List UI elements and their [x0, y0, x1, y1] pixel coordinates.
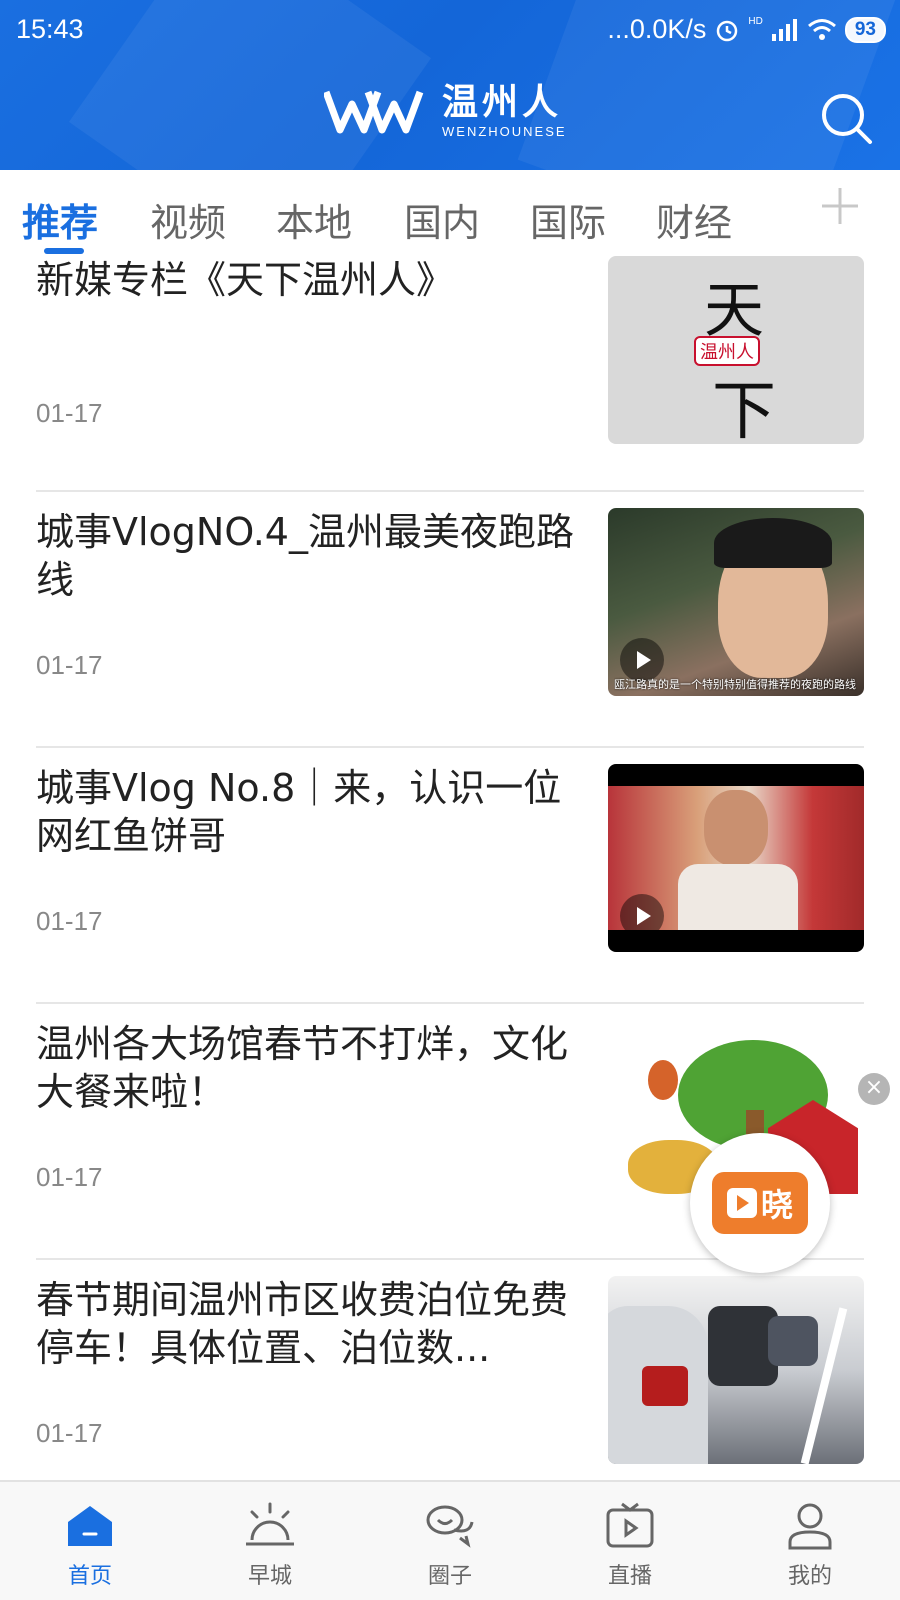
thumb-hair-figure [714, 518, 832, 568]
sunrise-icon [246, 1502, 294, 1546]
signal-icon [771, 18, 797, 41]
tab-domestic[interactable]: 国内 [404, 192, 480, 247]
thumb-car-back [768, 1316, 818, 1366]
video-thumbnail [608, 764, 864, 952]
wifi-icon [807, 18, 836, 40]
nav-home[interactable]: 首页 [0, 1482, 180, 1600]
thumb-face-figure [704, 790, 768, 866]
news-title: 城事VlogNO.4_温州最美夜跑路线 [36, 510, 574, 602]
news-thumbnail [608, 1276, 864, 1464]
tab-video[interactable]: 视频 [150, 192, 226, 247]
status-bar: 15:43 ...0.0K/s HD 93 [0, 0, 900, 62]
active-tab-indicator [44, 248, 84, 254]
nav-circle[interactable]: 圈子 [360, 1482, 540, 1600]
chat-icon [426, 1505, 474, 1548]
alarm-icon [717, 20, 738, 41]
tab-local[interactable]: 本地 [276, 192, 352, 247]
live-tv-icon [606, 1502, 654, 1548]
hd-label: HD [748, 16, 763, 27]
network-speed: ...0.0K/s [607, 14, 707, 44]
nav-label: 首页 [67, 1564, 112, 1589]
news-date: 01-17 [36, 398, 103, 428]
nav-label: 圈子 [427, 1564, 472, 1589]
tab-international[interactable]: 国际 [530, 192, 606, 247]
thumb-taillight [642, 1366, 688, 1406]
close-icon[interactable]: × [858, 1073, 890, 1105]
profile-icon [788, 1503, 832, 1550]
news-thumbnail: 天 温州人 下 [608, 256, 864, 444]
logo-chinese: 温州人 [442, 81, 563, 123]
nav-label: 我的 [787, 1564, 832, 1589]
play-icon [726, 1188, 757, 1218]
nav-morning[interactable]: 早城 [180, 1482, 360, 1600]
news-feed: 新媒专栏《天下温州人》 01-17 天 温州人 下 城事VlogNO.4_温州最… [0, 256, 900, 1480]
news-title: 温州各大场馆春节不打烊，文化大餐来啦！ [36, 1022, 569, 1114]
app-logo: 温州人 WENZHOUNESE [324, 84, 567, 138]
ad-logo: 晓 [712, 1172, 808, 1234]
app-header: 15:43 ...0.0K/s HD 93 温州人 WENZHOUNESE [0, 0, 900, 170]
news-item[interactable]: 城事VlogNO.4_温州最美夜跑路线 01-17 瓯江路真的是一个特别特别值得… [36, 492, 864, 748]
play-icon[interactable] [620, 894, 664, 938]
news-title: 新媒专栏《天下温州人》 [36, 258, 455, 302]
news-date: 01-17 [36, 1418, 103, 1448]
status-time: 15:43 [16, 14, 84, 44]
thumb-text-bottom: 下 [712, 375, 776, 444]
nav-live[interactable]: 直播 [540, 1482, 720, 1600]
floating-ad-button[interactable]: 晓 [690, 1133, 830, 1273]
nav-profile[interactable]: 我的 [720, 1482, 900, 1600]
category-tabs: 推荐 视频 本地 国内 国际 财经 [0, 170, 900, 256]
tab-finance[interactable]: 财经 [656, 192, 732, 247]
nav-label: 早城 [247, 1564, 292, 1589]
home-icon [68, 1506, 112, 1546]
news-date: 01-17 [36, 650, 103, 680]
news-date: 01-17 [36, 906, 103, 936]
logo-text: 温州人 WENZHOUNESE [442, 81, 567, 139]
news-date: 01-17 [36, 1162, 103, 1192]
search-icon[interactable] [818, 90, 874, 146]
bottom-navigation: 首页 早城 圈子 直播 我的 [0, 1480, 900, 1600]
ad-label: 晓 [760, 1186, 793, 1224]
news-item[interactable]: 新媒专栏《天下温州人》 01-17 天 温州人 下 [36, 256, 864, 492]
video-thumbnail: 瓯江路真的是一个特别特别值得推荐的夜跑的路线 [608, 508, 864, 696]
battery-indicator: 93 [844, 16, 886, 43]
logo-english: WENZHOUNESE [442, 123, 567, 139]
add-tab-icon[interactable] [820, 186, 860, 226]
news-title: 春节期间温州市区收费泊位免费停车！具体位置、泊位数... [36, 1278, 569, 1370]
tab-recommend[interactable]: 推荐 [22, 192, 98, 247]
news-title: 城事Vlog No.8｜来，认识一位网红鱼饼哥 [36, 766, 562, 858]
news-item[interactable]: 春节期间温州市区收费泊位免费停车！具体位置、泊位数... 01-17 [36, 1260, 864, 1480]
news-item[interactable]: 城事Vlog No.8｜来，认识一位网红鱼饼哥 01-17 [36, 748, 864, 1004]
video-caption: 瓯江路真的是一个特别特别值得推荐的夜跑的路线 [614, 678, 856, 691]
nav-label: 直播 [607, 1564, 652, 1589]
logo-mark-icon [324, 90, 424, 134]
status-indicators: ...0.0K/s HD 93 [607, 14, 886, 45]
thumb-body-figure [678, 864, 798, 930]
thumb-rooster [648, 1060, 678, 1100]
